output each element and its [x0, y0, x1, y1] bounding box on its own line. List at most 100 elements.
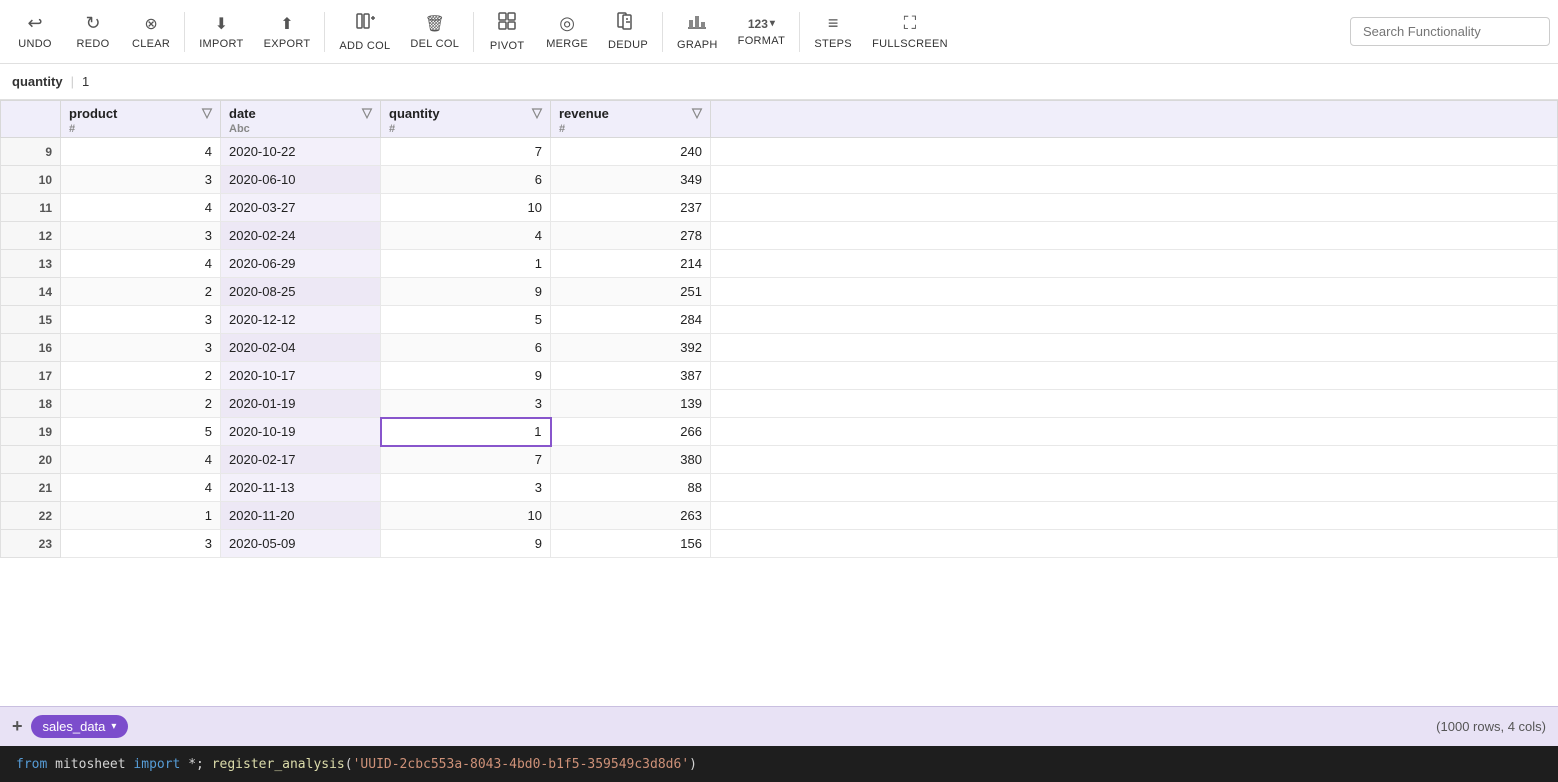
header-date-label: date — [229, 106, 256, 121]
cell-product[interactable]: 3 — [61, 530, 221, 558]
cell-product[interactable]: 4 — [61, 250, 221, 278]
cell-product[interactable]: 3 — [61, 222, 221, 250]
cell-product[interactable]: 2 — [61, 278, 221, 306]
format-icon: 123▾ — [748, 17, 775, 31]
cell-date[interactable]: 2020-10-22 — [221, 138, 381, 166]
cell-extra — [711, 390, 1558, 418]
cell-quantity[interactable]: 9 — [381, 278, 551, 306]
export-button[interactable]: ⬆ EXPORT — [256, 4, 319, 60]
cell-date[interactable]: 2020-02-17 — [221, 446, 381, 474]
dedup-button[interactable]: DEDUP — [600, 4, 656, 60]
export-label: EXPORT — [264, 38, 311, 50]
cell-date[interactable]: 2020-10-19 — [221, 418, 381, 446]
cell-quantity[interactable]: 6 — [381, 334, 551, 362]
cell-date[interactable]: 2020-05-09 — [221, 530, 381, 558]
undo-button[interactable]: ↩ UNDO — [8, 4, 62, 60]
cell-quantity[interactable]: 9 — [381, 362, 551, 390]
del-col-button[interactable]: 🗑 DEL COL — [402, 4, 467, 60]
cell-date[interactable]: 2020-12-12 — [221, 306, 381, 334]
cell-revenue[interactable]: 139 — [551, 390, 711, 418]
cell-revenue[interactable]: 266 — [551, 418, 711, 446]
redo-button[interactable]: ↻ REDO — [66, 4, 120, 60]
cell-quantity[interactable]: 10 — [381, 194, 551, 222]
cell-date[interactable]: 2020-11-20 — [221, 502, 381, 530]
clear-button[interactable]: ⊗ CLEAR — [124, 4, 178, 60]
graph-button[interactable]: GRAPH — [669, 4, 726, 60]
filter-product-icon[interactable]: ▽ — [202, 105, 212, 121]
cell-product[interactable]: 3 — [61, 306, 221, 334]
cell-quantity[interactable]: 7 — [381, 446, 551, 474]
import-icon: ⬇ — [215, 14, 228, 34]
cell-revenue[interactable]: 284 — [551, 306, 711, 334]
cell-quantity[interactable]: 10 — [381, 502, 551, 530]
cell-revenue[interactable]: 387 — [551, 362, 711, 390]
cell-product[interactable]: 2 — [61, 362, 221, 390]
cell-date[interactable]: 2020-08-25 — [221, 278, 381, 306]
cell-date[interactable]: 2020-03-27 — [221, 194, 381, 222]
code-uuid-string: 'UUID-2cbc553a-8043-4bd0-b1f5-359549c3d8… — [353, 757, 690, 772]
steps-button[interactable]: ≡ STEPS — [806, 4, 860, 60]
cell-quantity[interactable]: 1 — [381, 418, 551, 446]
cell-quantity[interactable]: 3 — [381, 474, 551, 502]
cell-date[interactable]: 2020-10-17 — [221, 362, 381, 390]
cell-revenue[interactable]: 349 — [551, 166, 711, 194]
cell-revenue[interactable]: 263 — [551, 502, 711, 530]
cell-quantity[interactable]: 1 — [381, 250, 551, 278]
merge-button[interactable]: ◎ MERGE — [538, 4, 596, 60]
header-product[interactable]: product ▽ # — [61, 101, 221, 138]
cell-quantity[interactable]: 7 — [381, 138, 551, 166]
cell-product[interactable]: 3 — [61, 334, 221, 362]
cell-quantity[interactable]: 5 — [381, 306, 551, 334]
pivot-button[interactable]: PIVOT — [480, 4, 534, 60]
header-quantity[interactable]: quantity ▽ # — [381, 101, 551, 138]
cell-product[interactable]: 4 — [61, 138, 221, 166]
table-row: 2332020-05-099156 — [1, 530, 1558, 558]
cell-revenue[interactable]: 278 — [551, 222, 711, 250]
cell-date[interactable]: 2020-11-13 — [221, 474, 381, 502]
cell-revenue[interactable]: 251 — [551, 278, 711, 306]
cell-date[interactable]: 2020-01-19 — [221, 390, 381, 418]
cell-product[interactable]: 4 — [61, 194, 221, 222]
cell-product[interactable]: 5 — [61, 418, 221, 446]
header-revenue[interactable]: revenue ▽ # — [551, 101, 711, 138]
cell-revenue[interactable]: 380 — [551, 446, 711, 474]
cell-quantity[interactable]: 9 — [381, 530, 551, 558]
cell-quantity[interactable]: 6 — [381, 166, 551, 194]
table-body: 942020-10-2272401032020-06-1063491142020… — [1, 138, 1558, 558]
cell-product[interactable]: 1 — [61, 502, 221, 530]
cell-revenue[interactable]: 392 — [551, 334, 711, 362]
pivot-label: PIVOT — [490, 40, 525, 52]
cell-revenue[interactable]: 237 — [551, 194, 711, 222]
cell-quantity[interactable]: 3 — [381, 390, 551, 418]
filter-quantity-icon[interactable]: ▽ — [532, 105, 542, 121]
format-button[interactable]: 123▾ FORMAT — [730, 4, 793, 60]
cell-quantity[interactable]: 4 — [381, 222, 551, 250]
sheet-name: sales_data — [43, 719, 106, 734]
cell-date[interactable]: 2020-02-04 — [221, 334, 381, 362]
cell-date[interactable]: 2020-06-10 — [221, 166, 381, 194]
filter-date-icon[interactable]: ▽ — [362, 105, 372, 121]
filter-revenue-icon[interactable]: ▽ — [692, 105, 702, 121]
cell-revenue[interactable]: 88 — [551, 474, 711, 502]
cell-revenue[interactable]: 240 — [551, 138, 711, 166]
cell-date[interactable]: 2020-02-24 — [221, 222, 381, 250]
cell-extra — [711, 278, 1558, 306]
add-sheet-button[interactable]: + — [12, 716, 23, 737]
header-date-type: Abc — [229, 123, 372, 135]
cell-date[interactable]: 2020-06-29 — [221, 250, 381, 278]
add-col-button[interactable]: ADD COL — [331, 4, 398, 60]
cell-revenue[interactable]: 156 — [551, 530, 711, 558]
cell-product[interactable]: 4 — [61, 446, 221, 474]
cell-product[interactable]: 2 — [61, 390, 221, 418]
cell-revenue[interactable]: 214 — [551, 250, 711, 278]
clear-label: CLEAR — [132, 38, 170, 50]
search-input[interactable] — [1350, 17, 1550, 46]
sheet-tab[interactable]: sales_data ▾ — [31, 715, 129, 738]
cell-product[interactable]: 3 — [61, 166, 221, 194]
table-row: 1952020-10-191266 — [1, 418, 1558, 446]
cell-product[interactable]: 4 — [61, 474, 221, 502]
fullscreen-button[interactable]: ⛶ FULLSCREEN — [864, 4, 956, 60]
import-button[interactable]: ⬇ IMPORT — [191, 4, 251, 60]
header-date[interactable]: date ▽ Abc — [221, 101, 381, 138]
cell-extra — [711, 138, 1558, 166]
